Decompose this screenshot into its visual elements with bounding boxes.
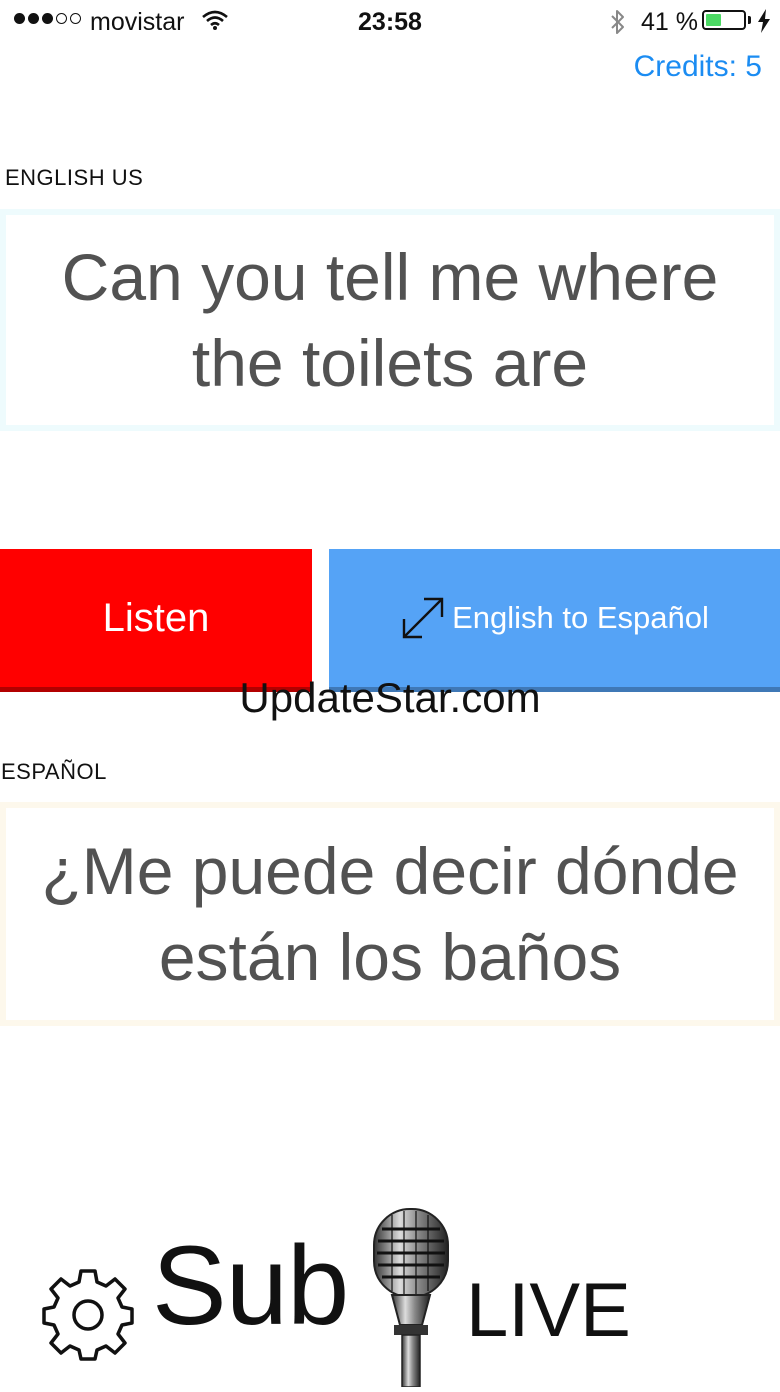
microphone-icon: [362, 1203, 462, 1392]
translate-direction-button[interactable]: English to Español: [329, 549, 780, 692]
watermark: UpdateStar.com: [239, 674, 541, 721]
listen-button[interactable]: Listen: [0, 549, 312, 692]
bluetooth-icon: [609, 8, 627, 41]
target-text-box[interactable]: ¿Me puede decir dónde están los baños: [0, 802, 780, 1026]
listen-button-label: Listen: [102, 595, 210, 640]
credits-counter[interactable]: Credits: 5: [634, 50, 762, 84]
source-text: Can you tell me where the toilets are: [61, 240, 719, 400]
gear-icon[interactable]: [40, 1265, 136, 1366]
sublive-logo: Sub LIVE: [0, 1195, 780, 1388]
battery-icon: [702, 10, 746, 30]
status-bar: movistar 23:58 41 %: [0, 0, 780, 44]
translate-button-label: English to Español: [452, 600, 709, 635]
source-language-label: ENGLISH US: [5, 165, 144, 190]
source-text-box[interactable]: Can you tell me where the toilets are: [0, 209, 780, 431]
target-language-label: ESPAÑOL: [1, 759, 107, 784]
logo-live-text: LIVE: [466, 1268, 631, 1353]
swap-arrows-icon: [402, 597, 444, 639]
battery-percent: 41 %: [641, 8, 698, 36]
logo-sub-text: Sub: [152, 1223, 349, 1348]
target-text: ¿Me puede decir dónde están los baños: [41, 834, 739, 994]
charging-bolt-icon: [757, 9, 771, 38]
